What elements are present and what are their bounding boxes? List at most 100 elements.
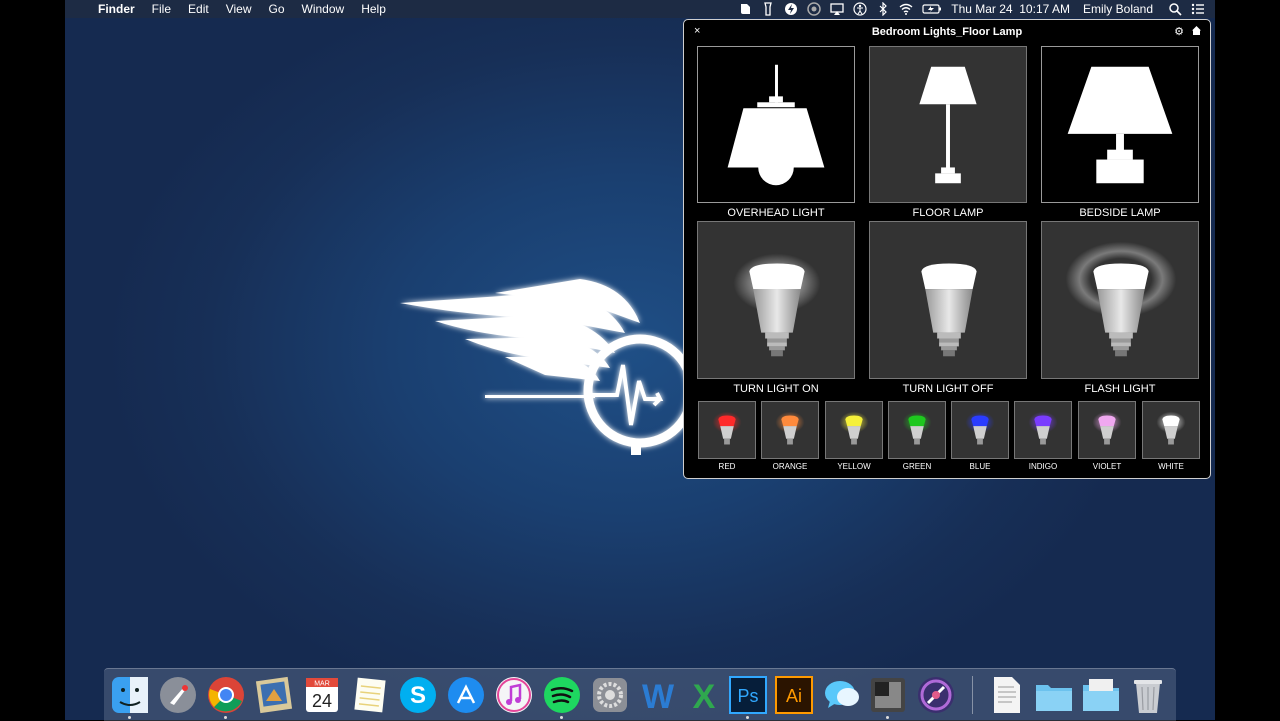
illustrator-icon[interactable]: Ai bbox=[774, 675, 814, 715]
menu-edit[interactable]: Edit bbox=[188, 2, 209, 16]
flash-light-button[interactable] bbox=[1041, 221, 1199, 379]
overhead-lamp-icon bbox=[727, 64, 825, 186]
svg-text:W: W bbox=[642, 678, 675, 715]
system-preferences-icon[interactable] bbox=[590, 675, 630, 715]
word-icon[interactable]: W bbox=[638, 675, 678, 716]
bedside-lamp-label: BEDSIDE LAMP bbox=[1079, 207, 1161, 219]
running-indicator bbox=[886, 716, 889, 719]
turn-light-off-label: TURN LIGHT OFF bbox=[902, 383, 994, 395]
color-white-button[interactable] bbox=[1142, 401, 1200, 459]
floor-lamp-button[interactable] bbox=[869, 46, 1027, 203]
excel-icon[interactable]: X bbox=[684, 675, 724, 716]
evernote-icon[interactable] bbox=[738, 2, 752, 16]
turn-light-off-button[interactable] bbox=[869, 221, 1027, 379]
menu-view[interactable]: View bbox=[226, 2, 252, 16]
color-bulb-red-icon bbox=[712, 411, 742, 445]
flashlight-icon[interactable] bbox=[761, 2, 775, 16]
trash-icon[interactable] bbox=[1128, 675, 1168, 715]
bulb-flash-icon bbox=[1065, 241, 1177, 357]
color-yellow-button[interactable] bbox=[825, 401, 883, 459]
color-orange-label: ORANGE bbox=[772, 462, 808, 471]
bedside-lamp-button[interactable] bbox=[1041, 46, 1199, 203]
battery-icon[interactable] bbox=[922, 2, 942, 16]
winged-logo-icon bbox=[400, 279, 695, 455]
menu-clock[interactable]: Thu Mar 24 10:17 AM bbox=[951, 2, 1070, 16]
floor-lamp-label: FLOOR LAMP bbox=[912, 207, 984, 219]
dock-separator bbox=[972, 676, 973, 714]
overhead-light-label: OVERHEAD LIGHT bbox=[727, 207, 825, 219]
color-blue-label: BLUE bbox=[969, 462, 991, 471]
calendar-icon[interactable]: MAR 24 bbox=[302, 675, 342, 715]
menu-help[interactable]: Help bbox=[361, 2, 386, 16]
color-orange-button[interactable] bbox=[761, 401, 819, 459]
running-indicator bbox=[746, 716, 749, 719]
menu-bar: Finder File Edit View Go Window Help Thu… bbox=[65, 0, 1215, 18]
itunes-icon[interactable] bbox=[494, 675, 534, 715]
imovie-icon[interactable] bbox=[916, 675, 956, 715]
running-indicator bbox=[560, 716, 563, 719]
preview-icon[interactable] bbox=[254, 675, 294, 715]
photoshop-icon[interactable]: Ps bbox=[728, 675, 768, 715]
spotify-icon[interactable] bbox=[542, 675, 582, 715]
panel-title: Bedroom Lights_Floor Lamp bbox=[871, 26, 1023, 38]
finder-icon[interactable] bbox=[110, 675, 150, 715]
app-store-icon[interactable] bbox=[446, 675, 486, 715]
cloud-icon[interactable] bbox=[807, 2, 821, 16]
color-bulb-white-icon bbox=[1156, 411, 1186, 445]
svg-text:S: S bbox=[410, 682, 426, 709]
notification-center-icon[interactable] bbox=[1191, 2, 1205, 16]
launchpad-icon[interactable] bbox=[158, 675, 198, 715]
menu-window[interactable]: Window bbox=[302, 2, 345, 16]
color-bulb-indigo-icon bbox=[1028, 411, 1058, 445]
color-blue-button[interactable] bbox=[951, 401, 1009, 459]
color-violet-button[interactable] bbox=[1078, 401, 1136, 459]
color-indigo-label: INDIGO bbox=[1028, 462, 1058, 471]
document-icon[interactable] bbox=[986, 675, 1026, 715]
bulb-glow-icon bbox=[733, 253, 821, 357]
color-bulb-blue-icon bbox=[965, 411, 995, 445]
folder-icon-2[interactable] bbox=[1081, 675, 1121, 715]
svg-text:Ps: Ps bbox=[737, 686, 758, 706]
airplay-icon[interactable] bbox=[830, 2, 844, 16]
messages-icon[interactable] bbox=[822, 675, 862, 715]
color-bulb-green-icon bbox=[902, 411, 932, 445]
bedside-lamp-icon bbox=[1067, 66, 1173, 184]
color-indigo-button[interactable] bbox=[1014, 401, 1072, 459]
bulb-off-icon bbox=[921, 263, 977, 357]
turn-light-on-button[interactable] bbox=[697, 221, 855, 379]
flash-light-label: FLASH LIGHT bbox=[1084, 383, 1156, 395]
running-indicator bbox=[224, 716, 227, 719]
color-bulb-orange-icon bbox=[775, 411, 805, 445]
color-red-label: RED bbox=[718, 462, 736, 471]
right-letterbox bbox=[1215, 0, 1280, 720]
chrome-icon[interactable] bbox=[206, 675, 246, 715]
bolt-icon[interactable] bbox=[784, 2, 798, 16]
svg-text:Ai: Ai bbox=[786, 686, 802, 706]
app-menu-finder[interactable]: Finder bbox=[98, 2, 135, 16]
folder-icon[interactable] bbox=[1034, 675, 1074, 715]
overhead-light-button[interactable] bbox=[697, 46, 855, 203]
wifi-icon[interactable] bbox=[899, 2, 913, 16]
spotlight-search-icon[interactable] bbox=[1168, 2, 1182, 16]
menu-go[interactable]: Go bbox=[269, 2, 285, 16]
gear-icon[interactable]: ⚙ bbox=[1174, 25, 1184, 38]
home-icon[interactable] bbox=[1191, 25, 1202, 36]
lights-control-panel: × Bedroom Lights_Floor Lamp ⚙ OVERHEAD L… bbox=[683, 19, 1211, 479]
bluetooth-icon[interactable] bbox=[876, 2, 890, 16]
svg-text:X: X bbox=[693, 678, 716, 715]
color-red-button[interactable] bbox=[698, 401, 756, 459]
calendar-day-text: 24 bbox=[312, 691, 332, 711]
menu-user[interactable]: Emily Boland bbox=[1083, 2, 1153, 16]
color-violet-label: VIOLET bbox=[1092, 462, 1122, 471]
turn-light-on-label: TURN LIGHT ON bbox=[733, 383, 819, 395]
skype-icon[interactable]: S bbox=[398, 675, 438, 715]
accessibility-icon[interactable] bbox=[853, 2, 867, 16]
left-letterbox bbox=[0, 0, 65, 720]
color-yellow-label: YELLOW bbox=[837, 462, 871, 471]
notes-icon[interactable] bbox=[350, 675, 390, 715]
color-green-label: GREEN bbox=[902, 462, 932, 471]
color-bulb-violet-icon bbox=[1092, 411, 1122, 445]
menu-file[interactable]: File bbox=[152, 2, 171, 16]
color-green-button[interactable] bbox=[888, 401, 946, 459]
stickies-icon[interactable] bbox=[868, 675, 908, 715]
